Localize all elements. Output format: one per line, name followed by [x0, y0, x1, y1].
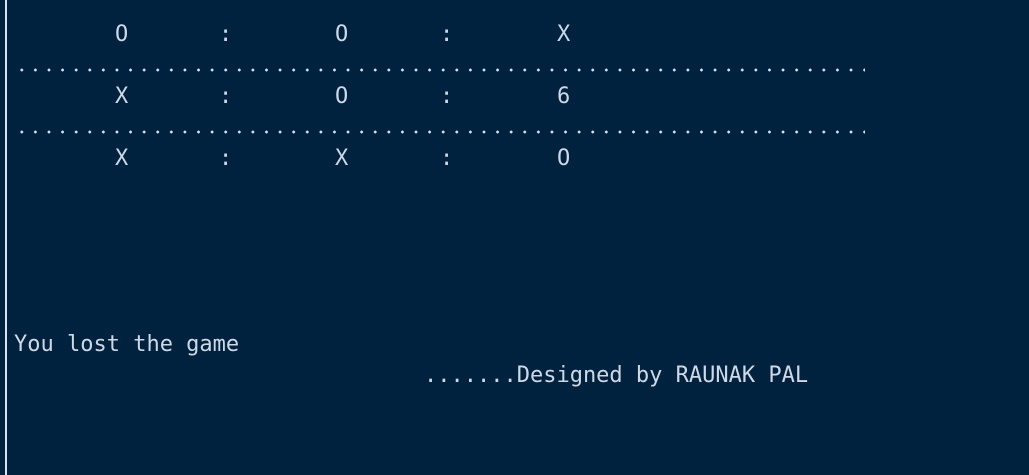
board-cell-r3c2: X [335, 146, 349, 171]
board-row-divider-2 [15, 130, 865, 134]
window-left-border [5, 0, 7, 475]
game-result-message: You lost the game [14, 332, 240, 357]
designer-credit: .......Designed by RAUNAK PAL [424, 363, 809, 388]
board-separator-r1a: : [219, 22, 233, 47]
console-window: O : O : X X : O : 6 X : X : O You lost t… [0, 0, 1029, 475]
board-row-divider-1 [15, 68, 865, 72]
board-cell-r3c3: O [557, 146, 571, 171]
board-cell-r3c1: X [115, 146, 129, 171]
board-cell-r2c1: X [115, 84, 129, 109]
board-cell-r2c3: 6 [557, 84, 571, 109]
board-separator-r3a: : [219, 146, 233, 171]
board-separator-r1b: : [440, 22, 454, 47]
board-cell-r2c2: O [335, 84, 349, 109]
board-separator-r3b: : [440, 146, 454, 171]
board-cell-r1c1: O [115, 22, 129, 47]
board-separator-r2b: : [440, 84, 454, 109]
board-cell-r1c3: X [557, 22, 571, 47]
board-separator-r2a: : [219, 84, 233, 109]
board-cell-r1c2: O [335, 22, 349, 47]
